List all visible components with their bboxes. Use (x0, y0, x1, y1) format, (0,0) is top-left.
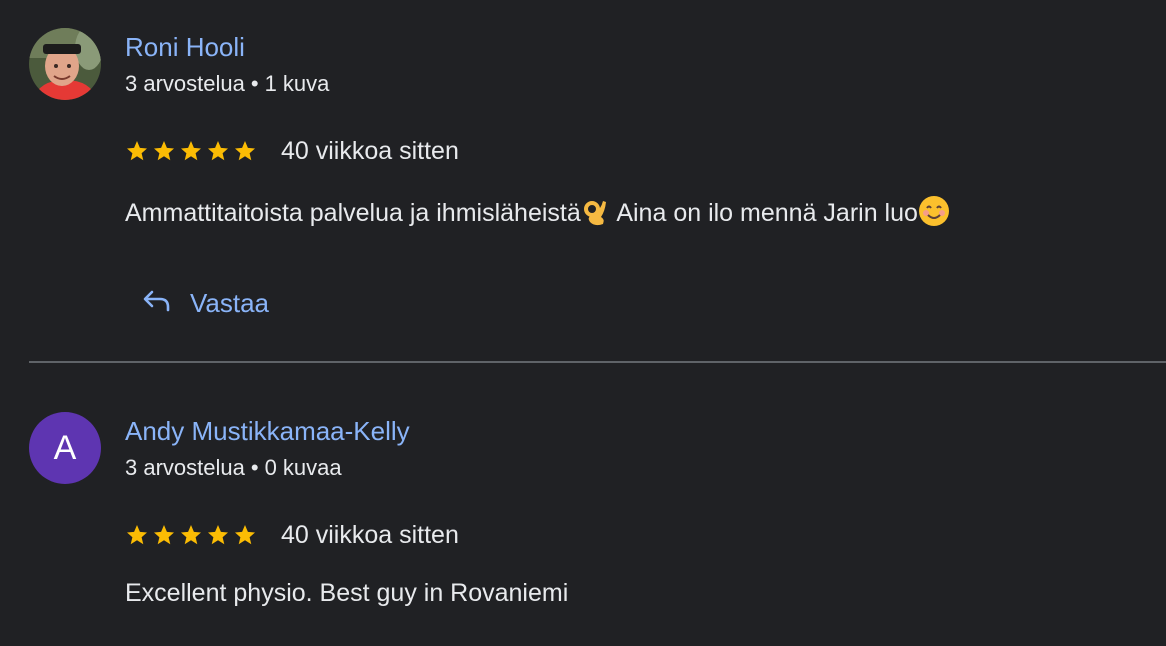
meta-separator: • (250, 71, 259, 96)
divider (29, 361, 1166, 363)
ok-hand-emoji-icon (581, 199, 611, 227)
review-text-part: Aina on ilo mennä Jarin luo (610, 199, 918, 227)
star-icon (206, 523, 230, 547)
star-icon (206, 139, 230, 163)
star-icon (233, 523, 257, 547)
author-meta: 3 arvostelua • 1 kuva (125, 71, 329, 97)
reply-label: Vastaa (190, 287, 270, 318)
review-date: 40 viikkoa sitten (281, 520, 459, 549)
smiling-face-emoji-icon (918, 196, 950, 227)
star-icon (152, 139, 176, 163)
avatar[interactable]: A (29, 412, 101, 484)
rating-row: 40 viikkoa sitten (125, 519, 459, 551)
review-text: Excellent physio. Best guy in Rovaniemi (125, 579, 569, 607)
star-icon (233, 139, 257, 163)
author-name-link[interactable]: Andy Mustikkamaa-Kelly (125, 416, 410, 447)
review-text: Ammattitaitoista palvelua ja ihmisläheis… (125, 195, 950, 228)
avatar[interactable] (29, 28, 101, 100)
star-icon (125, 139, 149, 163)
reviews-count: 3 arvostelua (125, 71, 245, 96)
reply-arrow-icon (140, 287, 172, 320)
author-name-link[interactable]: Roni Hooli (125, 32, 245, 63)
star-icon (125, 523, 149, 547)
reply-button[interactable]: Vastaa (140, 281, 269, 325)
review-date: 40 viikkoa sitten (281, 136, 459, 165)
avatar-photo-image (29, 28, 101, 100)
meta-separator: • (250, 455, 259, 480)
reviews-count: 3 arvostelua (125, 455, 245, 480)
photos-count: 0 kuvaa (264, 455, 342, 480)
star-rating (125, 523, 257, 547)
review-text-part: Ammattitaitoista palvelua ja ihmisläheis… (125, 199, 581, 227)
rating-row: 40 viikkoa sitten (125, 135, 459, 167)
author-meta: 3 arvostelua • 0 kuvaa (125, 455, 342, 481)
star-icon (179, 139, 203, 163)
photos-count: 1 kuva (264, 71, 330, 96)
star-icon (179, 523, 203, 547)
star-rating (125, 139, 257, 163)
star-icon (152, 523, 176, 547)
